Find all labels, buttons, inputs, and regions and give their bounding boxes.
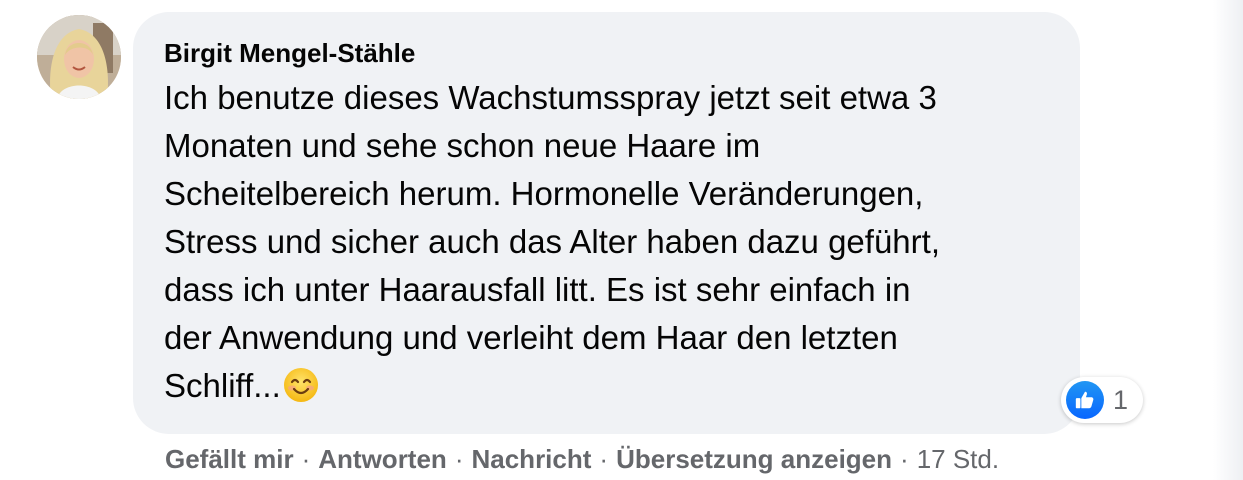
comment-actions: Gefällt mir · Antworten · Nachricht · Üb…: [165, 441, 999, 477]
comment-line: dass ich unter Haarausfall litt. Es ist …: [164, 271, 911, 308]
comment-text: Ich benutze dieses Wachstumsspray jetzt …: [164, 74, 1040, 416]
comment-author[interactable]: Birgit Mengel-Stähle: [164, 38, 1040, 68]
message-link[interactable]: Nachricht: [471, 444, 591, 475]
comment-bubble: Birgit Mengel-Stähle Ich benutze dieses …: [133, 12, 1080, 434]
reaction-count: 1: [1113, 384, 1129, 415]
separator: ·: [599, 443, 609, 474]
comment-view: Birgit Mengel-Stähle Ich benutze dieses …: [0, 0, 1243, 480]
separator: ·: [900, 443, 909, 474]
separator: ·: [301, 443, 311, 474]
comment-line: der Anwendung und verleiht dem Haar den …: [164, 319, 898, 356]
right-edge-shade: [1213, 0, 1243, 480]
comment-line: Ich benutze dieses Wachstumsspray jetzt …: [164, 79, 937, 116]
comment-line: Schliff...: [164, 367, 281, 404]
comment-line: Scheitelbereich herum. Hormonelle Veränd…: [164, 175, 924, 212]
thumbs-up-icon: [1066, 381, 1104, 419]
comment-line: Stress und sicher auch das Alter haben d…: [164, 223, 940, 260]
timestamp[interactable]: 17 Std.: [917, 444, 999, 475]
separator: ·: [454, 443, 464, 474]
smiling-face-icon: [283, 367, 319, 416]
reply-link[interactable]: Antworten: [318, 444, 447, 475]
avatar[interactable]: [37, 15, 121, 99]
show-translation-link[interactable]: Übersetzung anzeigen: [616, 444, 892, 475]
comment-line-last: Schliff...: [164, 362, 1040, 416]
reactions-summary[interactable]: 1: [1061, 377, 1143, 423]
comment-line: Monaten und sehe schon neue Haare im: [164, 127, 761, 164]
like-link[interactable]: Gefällt mir: [165, 444, 294, 475]
